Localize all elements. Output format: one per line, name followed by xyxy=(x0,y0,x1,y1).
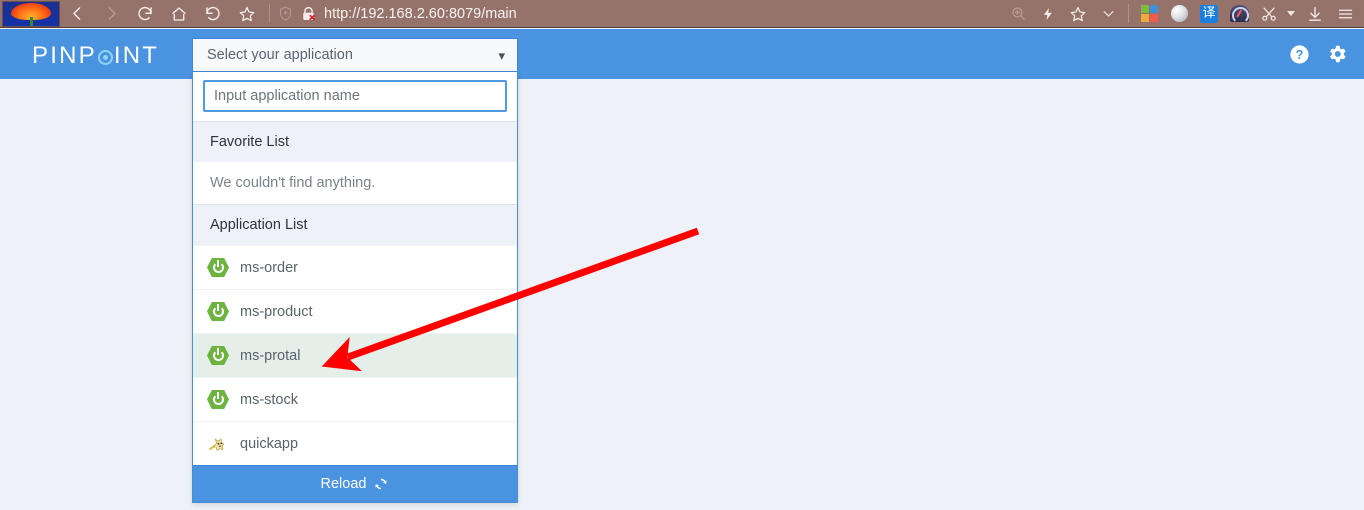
svg-text:?: ? xyxy=(1296,47,1304,61)
address-bar[interactable]: http://192.168.2.60:8079/main xyxy=(275,0,1003,28)
forward-button[interactable] xyxy=(94,0,128,28)
translate-glyph: 译 xyxy=(1200,4,1218,23)
spring-boot-icon xyxy=(207,346,229,365)
list-item-ms-protal[interactable]: ms-protal xyxy=(193,333,517,377)
application-name: ms-stock xyxy=(240,391,298,408)
lightning-icon[interactable] xyxy=(1033,0,1063,28)
translate-icon[interactable]: 译 xyxy=(1194,0,1224,28)
gear-icon[interactable] xyxy=(1326,43,1348,65)
menu-icon[interactable] xyxy=(1330,0,1360,28)
reload-applications-button[interactable]: Reload xyxy=(193,465,517,502)
search-wrapper xyxy=(193,72,517,121)
application-select-panel: Favorite List We couldn't find anything.… xyxy=(192,72,518,503)
shield-icon xyxy=(277,5,294,22)
application-select-label: Select your application xyxy=(207,47,353,63)
star-icon[interactable] xyxy=(1063,0,1093,28)
globe-icon[interactable] xyxy=(1164,0,1194,28)
application-select-toggle[interactable]: Select your application ▾ xyxy=(192,38,518,72)
logo-text-pre: PINP xyxy=(32,42,97,69)
browser-toolbar: http://192.168.2.60:8079/main 译 xyxy=(0,0,1364,28)
application-name: quickapp xyxy=(240,435,299,452)
list-item-ms-stock[interactable]: ms-stock xyxy=(193,377,517,421)
scissors-icon[interactable] xyxy=(1254,0,1284,28)
application-name: ms-protal xyxy=(240,347,301,364)
application-select: Select your application ▾ Favorite List … xyxy=(192,38,518,503)
spring-boot-icon xyxy=(207,302,229,321)
header-actions: ? xyxy=(1289,29,1348,79)
spring-boot-icon xyxy=(207,390,229,409)
zoom-icon[interactable] xyxy=(1003,0,1033,28)
tomcat-icon xyxy=(207,434,229,454)
toolbar-right-icons: 译 xyxy=(1003,0,1364,28)
speedometer-icon[interactable] xyxy=(1224,0,1254,28)
home-button[interactable] xyxy=(162,0,196,28)
bookmark-star-button[interactable] xyxy=(230,0,264,28)
help-circle-icon[interactable]: ? xyxy=(1289,44,1310,65)
chevron-down-icon[interactable] xyxy=(1093,0,1123,28)
chevron-down-icon: ▾ xyxy=(498,47,505,63)
toolbar-divider xyxy=(269,4,270,23)
undo-button[interactable] xyxy=(196,0,230,28)
application-name: ms-order xyxy=(240,259,299,276)
reload-label: Reload xyxy=(320,476,367,492)
scissors-dropdown-icon[interactable] xyxy=(1284,0,1300,28)
pinpoint-logo[interactable]: PINP INT xyxy=(32,42,159,70)
application-list-header: Application List xyxy=(193,204,517,245)
list-item-ms-product[interactable]: ms-product xyxy=(193,289,517,333)
reload-button[interactable] xyxy=(128,0,162,28)
download-icon[interactable] xyxy=(1300,0,1330,28)
lock-insecure-icon xyxy=(300,5,317,23)
application-search-input[interactable] xyxy=(203,80,507,112)
list-item-quickapp[interactable]: quickapp xyxy=(193,421,517,465)
list-item-ms-order[interactable]: ms-order xyxy=(193,245,517,289)
url-text: http://192.168.2.60:8079/main xyxy=(324,5,517,22)
application-name: ms-product xyxy=(240,303,313,320)
favorite-list-header: Favorite List xyxy=(193,121,517,162)
spring-boot-icon xyxy=(207,258,229,277)
logo-text-post: INT xyxy=(113,42,160,69)
flower-stem xyxy=(30,16,33,26)
back-button[interactable] xyxy=(60,0,94,28)
logo-target-icon xyxy=(97,49,113,65)
apps-grid-icon[interactable] xyxy=(1134,0,1164,28)
toolbar-divider-2 xyxy=(1128,4,1129,23)
tab-thumbnail[interactable] xyxy=(2,0,60,27)
favorite-empty-message: We couldn't find anything. xyxy=(193,162,517,204)
refresh-icon xyxy=(373,476,389,492)
